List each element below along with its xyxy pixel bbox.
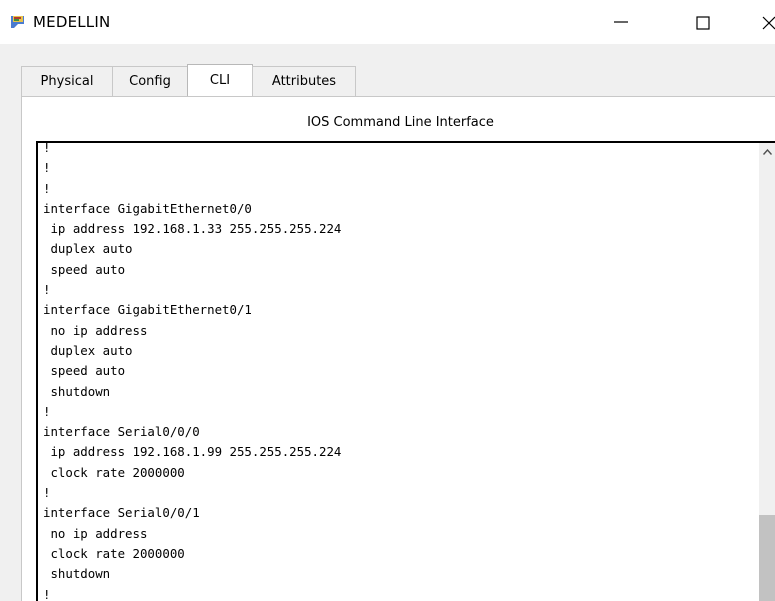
- tab-bar: Physical Config CLI Attributes: [21, 64, 356, 96]
- console-line: no ip address: [43, 322, 148, 338]
- console-line: ip address 192.168.1.33 255.255.255.224: [43, 221, 342, 237]
- console-line: !: [43, 180, 51, 196]
- console-line: !: [43, 586, 51, 601]
- minimize-button[interactable]: [598, 0, 644, 44]
- close-icon: [762, 16, 775, 30]
- scroll-up-button[interactable]: [759, 143, 775, 160]
- console-line: !: [43, 141, 51, 155]
- tab-config[interactable]: Config: [112, 66, 188, 96]
- cli-header: IOS Command Line Interface: [307, 115, 494, 130]
- console-line: clock rate 2000000: [43, 464, 185, 480]
- minimize-icon: [614, 21, 628, 23]
- console-line: !: [43, 160, 51, 176]
- console-line: no ip address: [43, 525, 148, 541]
- scroll-thumb[interactable]: [759, 515, 775, 601]
- console-line: ip address 192.168.1.99 255.255.255.224: [43, 444, 342, 460]
- maximize-button[interactable]: [682, 0, 728, 44]
- tab-physical[interactable]: Physical: [21, 66, 113, 96]
- window-title: MEDELLIN: [33, 13, 111, 31]
- console-line: clock rate 2000000: [43, 545, 185, 561]
- cli-panel: IOS Command Line Interface ! ! ! interfa…: [21, 96, 775, 601]
- console-line: !: [43, 403, 51, 419]
- tab-cli[interactable]: CLI: [187, 64, 253, 96]
- console-line: interface Serial0/0/0: [43, 424, 200, 440]
- console-line: interface GigabitEthernet0/1: [43, 302, 252, 318]
- console-line: !: [43, 282, 51, 298]
- console-line: duplex auto: [43, 342, 133, 358]
- console-line: shutdown: [43, 383, 111, 399]
- console-line: duplex auto: [43, 241, 133, 257]
- chevron-up-icon: [763, 149, 772, 155]
- tab-attributes[interactable]: Attributes: [252, 66, 356, 96]
- cli-console[interactable]: ! ! ! interface GigabitEthernet0/0 ip ad…: [36, 141, 775, 601]
- console-line: interface GigabitEthernet0/0: [43, 200, 252, 216]
- console-output: ! ! ! interface GigabitEthernet0/0 ip ad…: [43, 141, 342, 601]
- console-line: interface Serial0/0/1: [43, 505, 200, 521]
- router-icon: [8, 12, 28, 32]
- console-line: shutdown: [43, 566, 111, 582]
- console-line: !: [43, 485, 51, 501]
- title-bar[interactable]: MEDELLIN: [0, 0, 775, 44]
- vertical-scrollbar[interactable]: [759, 143, 775, 601]
- close-button[interactable]: [748, 0, 775, 44]
- console-line: speed auto: [43, 363, 126, 379]
- maximize-icon: [696, 16, 710, 30]
- device-window: MEDELLIN Physical Config CLI Attributes …: [0, 0, 775, 601]
- console-line: speed auto: [43, 261, 126, 277]
